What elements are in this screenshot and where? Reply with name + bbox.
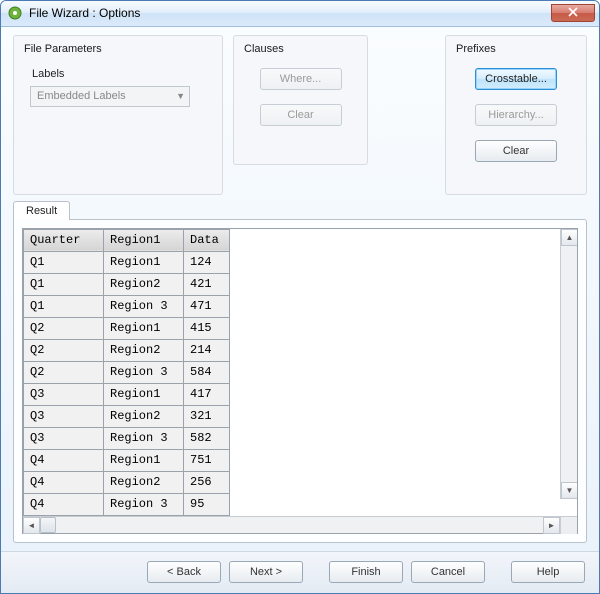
close-button[interactable] (551, 4, 595, 22)
result-grid-wrap: Quarter Region1 Data Q1Region1124Q1Regio… (22, 228, 578, 534)
table-cell: 471 (184, 295, 230, 317)
file-parameters-panel: File Parameters Labels Embedded Labels ▼ (13, 35, 223, 195)
scroll-track[interactable] (40, 517, 543, 533)
finish-button[interactable]: Finish (329, 561, 403, 583)
footer-buttons: < Back Next > Finish Cancel Help (1, 551, 599, 593)
table-row[interactable]: Q1Region 3471 (24, 295, 230, 317)
table-cell: 95 (184, 493, 230, 515)
cancel-button[interactable]: Cancel (411, 561, 485, 583)
table-cell: Q2 (24, 339, 104, 361)
table-row[interactable]: Q3Region2321 (24, 405, 230, 427)
table-header[interactable]: Quarter (24, 229, 104, 251)
horizontal-scrollbar[interactable]: ◄ ► (23, 516, 577, 533)
table-cell: Region1 (104, 449, 184, 471)
close-icon (568, 7, 578, 20)
table-cell: Region2 (104, 339, 184, 361)
table-row[interactable]: Q4Region2256 (24, 471, 230, 493)
prefixes-clear-button[interactable]: Clear (475, 140, 557, 162)
table-cell: 582 (184, 427, 230, 449)
table-cell: Q1 (24, 273, 104, 295)
table-cell: 417 (184, 383, 230, 405)
clauses-panel: Clauses Where... Clear (233, 35, 368, 165)
table-cell: Q4 (24, 493, 104, 515)
table-cell: Region2 (104, 273, 184, 295)
result-table: Quarter Region1 Data Q1Region1124Q1Regio… (23, 229, 230, 516)
table-cell: Region 3 (104, 361, 184, 383)
table-row[interactable]: Q4Region1751 (24, 449, 230, 471)
table-cell: Q1 (24, 251, 104, 273)
table-cell: Q2 (24, 317, 104, 339)
options-row: File Parameters Labels Embedded Labels ▼… (13, 35, 587, 195)
back-button[interactable]: < Back (147, 561, 221, 583)
table-row[interactable]: Q4Region 395 (24, 493, 230, 515)
table-cell: Q3 (24, 405, 104, 427)
scroll-down-icon[interactable]: ▼ (561, 482, 577, 499)
window-title: File Wizard : Options (29, 6, 140, 20)
table-header[interactable]: Data (184, 229, 230, 251)
file-parameters-title: File Parameters (24, 43, 212, 55)
table-row[interactable]: Q2Region2214 (24, 339, 230, 361)
table-cell: 256 (184, 471, 230, 493)
prefixes-title: Prefixes (456, 43, 576, 55)
table-header[interactable]: Region1 (104, 229, 184, 251)
file-wizard-window: File Wizard : Options File Parameters La… (0, 0, 600, 594)
table-cell: Q1 (24, 295, 104, 317)
scroll-thumb[interactable] (40, 517, 56, 533)
app-icon (7, 5, 23, 21)
scroll-left-icon[interactable]: ◄ (23, 517, 40, 534)
table-cell: Region 3 (104, 427, 184, 449)
result-grid-scroll: Quarter Region1 Data Q1Region1124Q1Regio… (23, 229, 577, 516)
result-area: Result Quarter Region1 Data (13, 201, 587, 543)
where-button[interactable]: Where... (260, 68, 342, 90)
labels-dropdown[interactable]: Embedded Labels ▼ (30, 86, 190, 107)
clauses-clear-button[interactable]: Clear (260, 104, 342, 126)
help-button[interactable]: Help (511, 561, 585, 583)
table-row[interactable]: Q2Region 3584 (24, 361, 230, 383)
labels-label: Labels (32, 68, 212, 80)
crosstable-button[interactable]: Crosstable... (475, 68, 557, 90)
scroll-up-icon[interactable]: ▲ (561, 229, 577, 246)
table-cell: Region1 (104, 251, 184, 273)
table-cell: Q2 (24, 361, 104, 383)
table-cell: 751 (184, 449, 230, 471)
result-body: Quarter Region1 Data Q1Region1124Q1Regio… (13, 219, 587, 543)
scroll-track[interactable] (561, 246, 577, 482)
table-cell: 321 (184, 405, 230, 427)
labels-dropdown-value: Embedded Labels (37, 90, 126, 102)
scroll-corner (560, 517, 577, 534)
table-cell: Q4 (24, 471, 104, 493)
chevron-down-icon: ▼ (176, 91, 185, 101)
table-cell: 421 (184, 273, 230, 295)
table-cell: Q4 (24, 449, 104, 471)
table-cell: 415 (184, 317, 230, 339)
table-cell: Region1 (104, 317, 184, 339)
table-cell: Region 3 (104, 295, 184, 317)
table-cell: Region 3 (104, 493, 184, 515)
table-cell: Region2 (104, 471, 184, 493)
table-cell: 124 (184, 251, 230, 273)
table-row[interactable]: Q1Region2421 (24, 273, 230, 295)
table-cell: 214 (184, 339, 230, 361)
scroll-right-icon[interactable]: ► (543, 517, 560, 534)
table-cell: Q3 (24, 383, 104, 405)
clauses-title: Clauses (244, 43, 357, 55)
titlebar: File Wizard : Options (1, 1, 599, 27)
table-cell: 584 (184, 361, 230, 383)
table-cell: Region1 (104, 383, 184, 405)
next-button[interactable]: Next > (229, 561, 303, 583)
table-row[interactable]: Q3Region1417 (24, 383, 230, 405)
prefixes-panel: Prefixes Crosstable... Hierarchy... Clea… (445, 35, 587, 195)
tab-result[interactable]: Result (13, 201, 70, 220)
vertical-scrollbar[interactable]: ▲ ▼ (560, 229, 577, 499)
content-area: File Parameters Labels Embedded Labels ▼… (1, 27, 599, 551)
table-cell: Q3 (24, 427, 104, 449)
hierarchy-button[interactable]: Hierarchy... (475, 104, 557, 126)
table-row[interactable]: Q3Region 3582 (24, 427, 230, 449)
table-row[interactable]: Q1Region1124 (24, 251, 230, 273)
table-cell: Region2 (104, 405, 184, 427)
table-row[interactable]: Q2Region1415 (24, 317, 230, 339)
